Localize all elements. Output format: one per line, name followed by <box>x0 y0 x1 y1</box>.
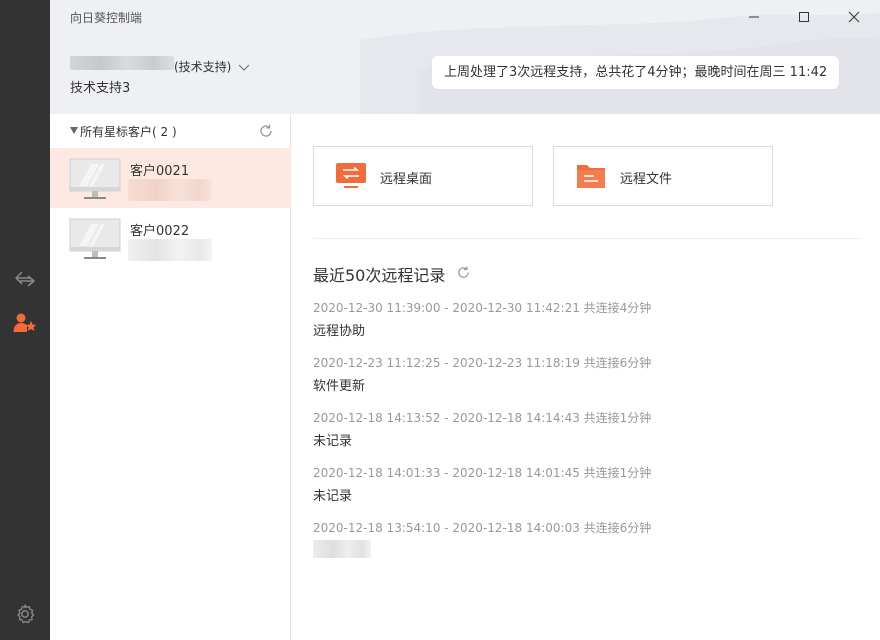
user-role: (技术支持) <box>174 60 232 74</box>
remote-file-label: 远程文件 <box>620 172 673 187</box>
refresh-icon <box>458 266 469 278</box>
remote-connect-icon[interactable] <box>12 266 38 292</box>
remote-desktop-label: 远程桌面 <box>380 172 433 187</box>
records-title: 最近50次远程记录 <box>313 266 446 285</box>
record-desc: 未记录 <box>313 434 353 449</box>
record-desc: 未记录 <box>313 489 353 504</box>
record-time: 2020-12-30 11:39:00 - 2020-12-30 11:42:2… <box>313 301 652 315</box>
close-icon <box>848 11 860 23</box>
client-name: 客户0021 <box>130 164 190 179</box>
record-item: 2020-12-18 14:01:33 - 2020-12-18 14:01:4… <box>313 464 853 504</box>
group-count: ( 2 ) <box>152 125 177 139</box>
client-id-redacted <box>128 239 212 261</box>
left-nav-rail <box>0 0 50 640</box>
section-divider <box>313 238 861 239</box>
remote-file-button[interactable]: 远程文件 <box>553 146 773 206</box>
client-row-0021[interactable]: 客户0021 <box>50 148 291 208</box>
group-name: 所有星标客户 <box>80 125 153 139</box>
record-item: 2020-12-30 11:39:00 - 2020-12-30 11:42:2… <box>313 299 853 339</box>
minimize-button[interactable] <box>742 6 766 28</box>
client-row-0022[interactable]: 客户0022 <box>50 208 291 268</box>
client-id-redacted <box>128 179 212 201</box>
group-label: 所有星标客户( 2 ) <box>70 123 177 140</box>
refresh-list-button[interactable] <box>258 123 274 143</box>
client-list-panel: 所有星标客户( 2 ) 客户0021 客户0022 <box>50 114 291 640</box>
record-desc: 远程协助 <box>313 324 366 339</box>
user-account-redacted <box>70 56 174 70</box>
minimize-icon <box>749 16 759 18</box>
weekly-summary-bubble: 上周处理了3次远程支持，总共花了4分钟；最晚时间在周三 11:42 <box>432 56 840 89</box>
record-time: 2020-12-18 14:01:33 - 2020-12-18 14:01:4… <box>313 466 652 480</box>
client-detail-panel: 远程桌面 远程文件 最近50次远程记录 2020-12-30 11:39:00 … <box>292 114 880 640</box>
refresh-icon <box>260 124 272 137</box>
remote-desktop-button[interactable]: 远程桌面 <box>313 146 533 206</box>
maximize-button[interactable] <box>792 6 816 28</box>
close-button[interactable] <box>842 6 866 28</box>
computer-monitor-icon <box>69 158 121 199</box>
header: 向日葵控制端 (技术支持) 技术支持3 上周处理了3次远程支持，总共花了4分钟；… <box>50 0 880 114</box>
refresh-records-button[interactable] <box>456 265 471 284</box>
folder-icon <box>577 165 605 188</box>
client-group-header[interactable]: 所有星标客户( 2 ) <box>50 114 291 148</box>
record-desc-redacted <box>313 540 371 558</box>
app-title: 向日葵控制端 <box>70 11 143 25</box>
remote-desktop-icon <box>336 163 366 188</box>
computer-monitor-icon <box>69 218 121 259</box>
record-time: 2020-12-23 11:12:25 - 2020-12-23 11:18:1… <box>313 356 652 370</box>
record-item: 2020-12-18 14:13:52 - 2020-12-18 14:14:4… <box>313 409 853 449</box>
client-name: 客户0022 <box>130 224 190 239</box>
maximize-icon <box>799 12 809 22</box>
chevron-down-icon <box>238 64 250 71</box>
account-dropdown-button[interactable] <box>238 58 250 77</box>
record-item: 2020-12-18 13:54:10 - 2020-12-18 14:00:0… <box>313 519 853 558</box>
settings-gear-icon[interactable] <box>12 601 38 627</box>
record-time: 2020-12-18 14:13:52 - 2020-12-18 14:14:4… <box>313 411 652 425</box>
record-desc: 软件更新 <box>313 379 366 394</box>
user-name: 技术支持3 <box>70 81 131 96</box>
starred-clients-icon[interactable] <box>12 310 38 336</box>
record-item: 2020-12-23 11:12:25 - 2020-12-23 11:18:1… <box>313 354 853 394</box>
record-time: 2020-12-18 13:54:10 - 2020-12-18 14:00:0… <box>313 521 652 535</box>
